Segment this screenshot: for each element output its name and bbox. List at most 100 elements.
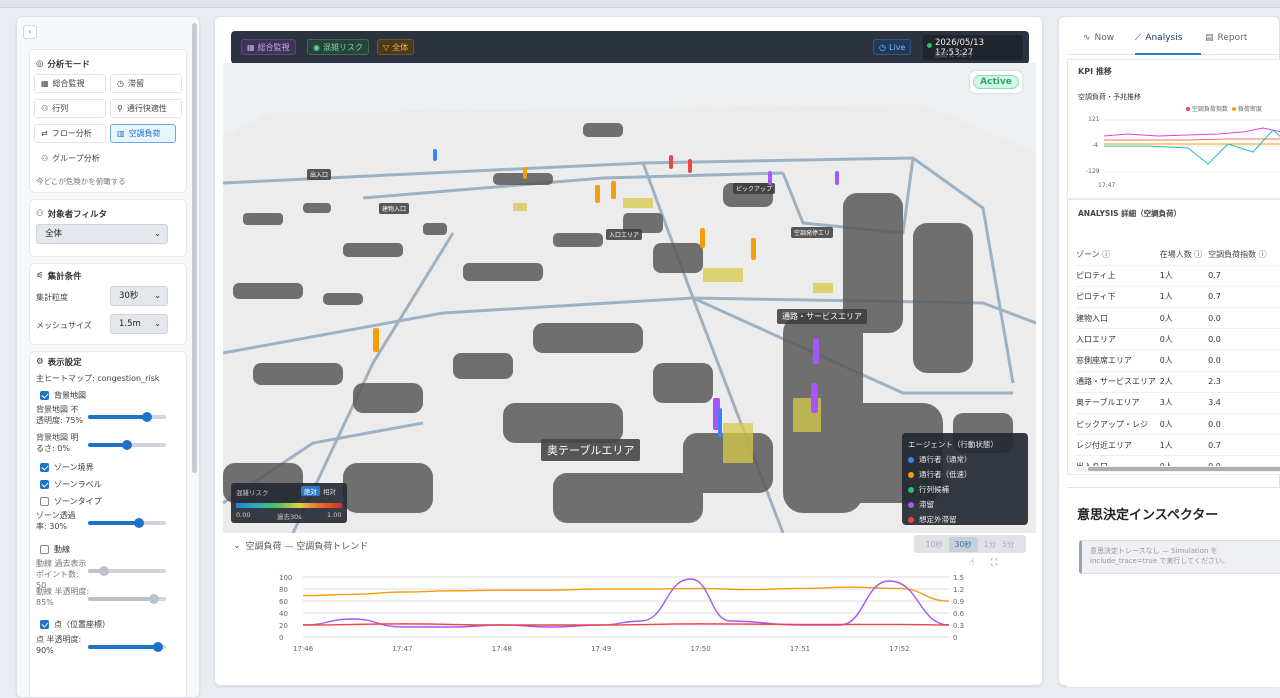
y-left-tick: 40	[279, 610, 288, 618]
live-badge[interactable]: ◷ Live	[873, 39, 912, 55]
mesh-size-select[interactable]: 1.5m ⌄	[110, 314, 168, 334]
points-checkbox[interactable]: 点（位置座標）	[40, 619, 110, 630]
agent-icons	[373, 149, 839, 438]
zone-opacity-slider[interactable]	[88, 518, 166, 528]
granularity-select[interactable]: 30秒 ⌄	[110, 286, 168, 306]
zone-border-checkbox[interactable]: ゾーン境界	[40, 462, 94, 473]
tab-now[interactable]: ∿ Now	[1083, 33, 1114, 43]
table-header-row: ゾーン ⓘ 在場人数 ⓘ 空調負荷指数 ⓘ	[1076, 244, 1280, 266]
tab-report[interactable]: ▤ Report	[1205, 33, 1247, 43]
bg-brightness-slider[interactable]	[88, 440, 166, 450]
table-row[interactable]: ピロティ下 1人 0.7	[1076, 286, 1280, 309]
help-icon: ⓘ	[1194, 249, 1203, 259]
x-tick: 17:46	[293, 645, 314, 653]
clock-panel: 2026/05/13 17:53:27 前回 たった今	[923, 35, 1023, 60]
table-row[interactable]: 建物入口 0人 0.0	[1076, 307, 1280, 330]
x-tick: 17:50	[691, 645, 711, 653]
filter-icon: ▽	[383, 42, 390, 52]
series-line-1	[302, 578, 950, 628]
zone-label-checkbox[interactable]: ゾーンラベル	[40, 479, 102, 490]
y-left-tick: 100	[279, 574, 292, 582]
help-icon: ⓘ	[1102, 249, 1111, 259]
tab-analysis[interactable]: ⟋ Analysis	[1135, 33, 1182, 43]
chevron-down-icon: ⌄	[154, 291, 161, 300]
agent-legend: エージェント（行動状態） 通行者（通常） 通行者（低速） 行列候補 滞留 想定外…	[902, 433, 1028, 525]
risk-legend: 混雑リスク 絶対 相対 0.00 過去30s 1.00	[231, 483, 347, 523]
chip-all[interactable]: ▽ 全体	[377, 39, 415, 55]
trend-header[interactable]: ⌄ 空調負荷 — 空調負荷トレンド	[233, 539, 368, 553]
mode-comfort-button[interactable]: ⚲ 通行快適性	[110, 99, 182, 118]
aggregation-section: ⚟ 集計条件 集計粒度 30秒 ⌄ メッシュサイズ 1.5m ⌄	[29, 263, 187, 345]
table-row[interactable]: ピックアップ・レジ 0人 0.0	[1076, 413, 1280, 436]
x-tick: 17:49	[591, 645, 611, 653]
mode-group-button[interactable]: ⚇ グループ分析	[34, 149, 106, 168]
trail-checkbox[interactable]: 動線	[40, 544, 70, 555]
display-settings-section: ⚙ 表示設定 主ヒートマップ: congestion_risk 背景地図 背景地…	[29, 351, 187, 697]
table-row[interactable]: 通路・サービスエリア 2人 2.3	[1076, 371, 1280, 393]
mode-flow-button[interactable]: ⇄ フロー分析	[34, 124, 106, 143]
bar-chart-icon: ▥	[117, 129, 125, 138]
footprint-icon: ⚲	[117, 104, 123, 113]
points-opacity-slider[interactable]	[88, 642, 166, 652]
mode-queue-button[interactable]: ⚇ 行列	[34, 99, 106, 118]
legend-item: 行列候補	[908, 484, 1022, 495]
users-icon: ⚇	[41, 104, 49, 113]
y-right-tick: 0.6	[953, 610, 965, 618]
trail-opacity-slider[interactable]	[88, 594, 166, 604]
map-header-bar: ▦ 総合監視 ◉ 混雑リスク ▽ 全体 ◷ Live 2026/05/13 17:53:…	[231, 31, 1029, 64]
table-row[interactable]: 窓側座席エリア 0人 0.0	[1076, 349, 1280, 372]
chip-risk[interactable]: ◉ 混雑リスク	[307, 39, 369, 55]
bg-map-checkbox[interactable]: 背景地図	[40, 390, 86, 401]
mode-overall-button[interactable]: ▦ 総合監視	[34, 74, 106, 93]
table-row[interactable]: レジ付近エリア 1人 0.7	[1076, 434, 1280, 457]
zone-type-checkbox[interactable]: ゾーンタイプ	[40, 496, 102, 507]
trail-points-slider[interactable]	[88, 566, 166, 576]
inspector-title: 意思決定インスペクター	[1077, 508, 1219, 523]
analysis-table-section: ANALYSIS 詳細（空調負荷） ゾーン ⓘ 在場人数 ⓘ 空調負荷指数 ⓘ …	[1067, 199, 1280, 475]
kpi-chart	[1103, 119, 1280, 173]
mode-hvac-button[interactable]: ▥ 空調負荷	[110, 124, 176, 143]
map-3d-view[interactable]: Active 奥テーブルエリア 通路・サービスエリア 入口エリア ピックアップ …	[223, 63, 1036, 533]
target-filter-select[interactable]: 全体 ⌄	[36, 224, 168, 244]
status-dot	[927, 43, 932, 48]
bg-opacity-label: 背景地図 不透明度: 75%	[36, 405, 84, 425]
chip-overall[interactable]: ▦ 総合監視	[241, 39, 296, 55]
collapse-sidebar-button[interactable]: ‹	[23, 25, 37, 39]
trend-granularity-toggle[interactable]: 10秒 30秒 1分 5分	[914, 535, 1026, 553]
y-left-tick: 20	[279, 622, 288, 630]
legend-item: 通行者（低速）	[908, 469, 1022, 480]
help-icon: ⓘ	[1258, 249, 1267, 259]
risk-legend-title: 混雑リスク	[236, 489, 269, 497]
mode-dwell-button[interactable]: ◷ 滞留	[110, 74, 182, 93]
sidebar-scrollbar[interactable]	[192, 23, 197, 473]
table-title: ANALYSIS 詳細（空調負荷）	[1078, 209, 1182, 218]
zone-opacity-label: ゾーン透過率: 30%	[36, 511, 76, 531]
datetime-sub: 前回 たった今	[935, 52, 973, 59]
group-icon: ⚇	[41, 154, 49, 163]
bg-opacity-slider[interactable]	[88, 412, 166, 422]
bg-brightness-label: 背景地図 明るさ: 0%	[36, 433, 79, 453]
points-opacity-label: 点 半透明度: 90%	[36, 635, 82, 655]
agent-legend-title: エージェント（行動状態）	[908, 440, 998, 449]
table-row[interactable]: 入口エリア 0人 0.0	[1076, 328, 1280, 351]
grid-icon: ▦	[41, 79, 49, 88]
target-filter-title: 対象者フィルタ	[47, 210, 107, 220]
y-left-tick: 80	[279, 586, 288, 594]
legend-item: 滞留	[908, 499, 1022, 510]
legend-item: 通行者（通常）	[908, 454, 1022, 465]
risk-abs-toggle[interactable]: 絶対	[301, 486, 320, 496]
risk-rel-toggle[interactable]: 相対	[323, 486, 336, 496]
activity-icon: ∿	[1083, 33, 1091, 43]
y-right-tick: 1.2	[953, 586, 964, 594]
kpi-section: KPI 推移 空調負荷・予兆推移 空調負荷指数 負荷密度 121 -4 -129…	[1067, 59, 1280, 199]
granularity-label: 集計粒度	[36, 293, 68, 302]
grid-icon: ▦	[247, 42, 255, 52]
table-row[interactable]: ピロティ上 1人 0.7	[1076, 265, 1280, 287]
display-settings-title: 表示設定	[47, 358, 82, 368]
table-row[interactable]: 奥テーブルエリア 3人 3.4	[1076, 392, 1280, 415]
arrows-icon: ⇄	[41, 129, 48, 138]
table-hscrollbar[interactable]	[1076, 466, 1280, 472]
y-right-tick: 1.5	[953, 574, 964, 582]
analysis-mode-section: ◎ 分析モード ▦ 総合監視 ◷ 滞留 ⚇ 行列 ⚲ 通行快適性 ⇄ フロー分析 ▥ 空調負…	[29, 49, 187, 193]
window-top-strip	[0, 0, 1280, 8]
